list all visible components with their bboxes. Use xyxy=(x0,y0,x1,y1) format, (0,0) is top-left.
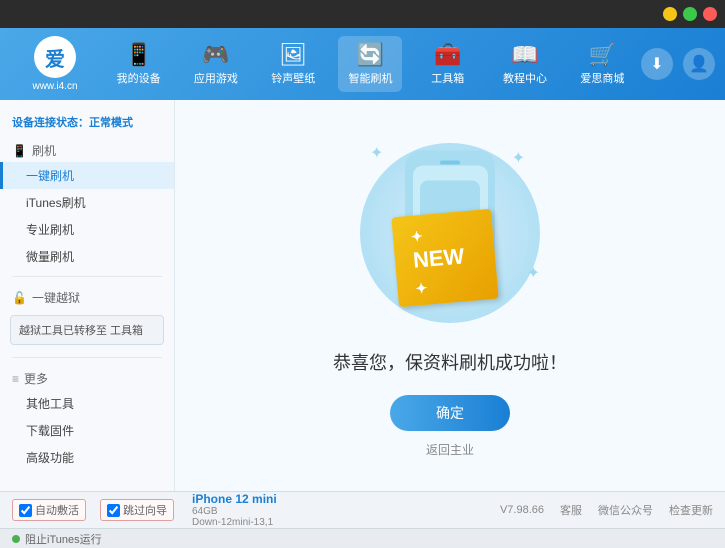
success-message: 恭喜您，保资料刷机成功啦！ xyxy=(333,349,567,375)
main-content: ✦ ✦ ✦ NEW 恭喜您，保资料刷机成功啦！ 确定 返回主业 xyxy=(175,100,725,491)
nav-label-my-device: 我的设备 xyxy=(117,70,161,86)
nav-item-smart-flash[interactable]: 🔄 智能刷机 xyxy=(338,36,402,92)
sidebar-divider-2 xyxy=(12,357,162,358)
bottombar-right: V7.98.66 客服 微信公众号 检查更新 xyxy=(500,502,713,518)
main-container: 设备连接状态：正常模式 📱 刷机 一键刷机 iTunes刷机 专业刷机 微量刷机… xyxy=(0,100,725,491)
logo-url: www.i4.cn xyxy=(32,81,77,92)
close-button[interactable]: × xyxy=(703,7,717,21)
nav-label-apps: 应用游戏 xyxy=(194,70,238,86)
status-value: 正常模式 xyxy=(89,117,133,129)
nav-item-wallpaper[interactable]: 🖼 铃声壁纸 xyxy=(261,36,325,92)
wechat-button[interactable]: 微信公众号 xyxy=(598,502,653,518)
nav-label-toolbox: 工具箱 xyxy=(431,70,464,86)
nav-label-store: 爱思商城 xyxy=(580,70,624,86)
nav-right: ⬇ 👤 xyxy=(641,48,715,80)
sidebar-item-pro-flash[interactable]: 专业刷机 xyxy=(0,216,174,243)
nav-item-tutorials[interactable]: 📖 教程中心 xyxy=(493,36,557,92)
sidebar-item-other-tools[interactable]: 其他工具 xyxy=(0,390,174,417)
flash-section-icon: 📱 xyxy=(12,144,27,158)
nav-icon-toolbox: 🧰 xyxy=(434,42,461,68)
jailbreak-section-icon: 🔓 xyxy=(12,291,27,305)
version-label: V7.98.66 xyxy=(500,504,544,516)
flash-section-label: 刷机 xyxy=(32,142,56,159)
sparkle-icon-1: ✦ xyxy=(370,143,383,163)
sparkle-icon-3: ✦ xyxy=(527,263,540,283)
support-button[interactable]: 客服 xyxy=(560,502,582,518)
account-button[interactable]: 👤 xyxy=(683,48,715,80)
nav-icon-tutorials: 📖 xyxy=(511,42,538,68)
sidebar-item-advanced[interactable]: 高级功能 xyxy=(0,444,174,471)
sidebar-item-itunes-flash[interactable]: iTunes刷机 xyxy=(0,189,174,216)
download-button[interactable]: ⬇ xyxy=(641,48,673,80)
new-badge: NEW xyxy=(391,209,498,307)
device-name: iPhone 12 mini xyxy=(192,492,277,506)
nav-item-my-device[interactable]: 📱 我的设备 xyxy=(107,36,171,92)
confirm-button[interactable]: 确定 xyxy=(390,395,510,431)
nav-icon-store: 🛒 xyxy=(589,42,616,68)
logo-text: 爱 xyxy=(45,43,65,72)
jailbreak-section-header: 🔓 一键越狱 xyxy=(0,283,174,309)
more-section-header: ≡ 更多 xyxy=(0,364,174,390)
nav-icon-apps: 🎮 xyxy=(202,42,229,68)
auto-activate-label: 自动敷活 xyxy=(35,502,79,518)
sidebar-divider-1 xyxy=(12,276,162,277)
sidebar: 设备连接状态：正常模式 📱 刷机 一键刷机 iTunes刷机 专业刷机 微量刷机… xyxy=(0,100,175,491)
nav-item-toolbox[interactable]: 🧰 工具箱 xyxy=(416,36,480,92)
itunes-status-text: 阻止iTunes运行 xyxy=(25,531,102,547)
jailbreak-section-label: 一键越狱 xyxy=(32,289,80,306)
minimize-button[interactable]: − xyxy=(663,7,677,21)
bottombar: 自动敷活 跳过向导 iPhone 12 mini 64GB Down-12min… xyxy=(0,491,725,547)
jailbreak-notice-text: 越狱工具已转移至 工具箱 xyxy=(19,325,143,337)
auto-activate-input[interactable] xyxy=(19,504,32,517)
auto-activate-checkbox[interactable]: 自动敷活 xyxy=(12,499,86,521)
nav-icon-my-device: 📱 xyxy=(125,42,152,68)
nav-icon-wallpaper: 🖼 xyxy=(279,42,307,68)
itunes-dot xyxy=(12,535,20,543)
more-section-label: 更多 xyxy=(24,370,48,387)
skip-wizard-input[interactable] xyxy=(107,504,120,517)
check-update-button[interactable]: 检查更新 xyxy=(669,502,713,518)
sparkle-icon-2: ✦ xyxy=(512,148,525,168)
topnav: 爱 www.i4.cn 📱 我的设备 🎮 应用游戏 🖼 铃声壁纸 🔄 智能刷机 … xyxy=(0,28,725,100)
phone-top-dot xyxy=(440,161,460,165)
nav-label-wallpaper: 铃声壁纸 xyxy=(271,70,315,86)
success-illustration: ✦ ✦ ✦ NEW xyxy=(350,133,550,333)
titlebar: − □ × xyxy=(0,0,725,28)
status-label: 设备连接状态： xyxy=(12,117,89,129)
flash-section-header: 📱 刷机 xyxy=(0,136,174,162)
maximize-button[interactable]: □ xyxy=(683,7,697,21)
nav-label-smart-flash: 智能刷机 xyxy=(348,70,392,86)
itunes-status-bar: 阻止iTunes运行 xyxy=(0,528,725,548)
nav-items: 📱 我的设备 🎮 应用游戏 🖼 铃声壁纸 🔄 智能刷机 🧰 工具箱 📖 教程中心… xyxy=(100,36,641,92)
skip-wizard-label: 跳过向导 xyxy=(123,502,167,518)
sidebar-item-download-firmware[interactable]: 下载固件 xyxy=(0,417,174,444)
sidebar-status: 设备连接状态：正常模式 xyxy=(0,108,174,136)
logo-area: 爱 www.i4.cn xyxy=(10,36,100,92)
skip-wizard-checkbox[interactable]: 跳过向导 xyxy=(100,499,174,521)
sidebar-item-micro-flash[interactable]: 微量刷机 xyxy=(0,243,174,270)
nav-item-apps[interactable]: 🎮 应用游戏 xyxy=(184,36,248,92)
sidebar-item-one-click-flash[interactable]: 一键刷机 xyxy=(0,162,174,189)
logo-icon[interactable]: 爱 xyxy=(34,36,76,78)
nav-label-tutorials: 教程中心 xyxy=(503,70,547,86)
jailbreak-notice-box: 越狱工具已转移至 工具箱 xyxy=(10,315,164,345)
nav-item-store[interactable]: 🛒 爱思商城 xyxy=(570,36,634,92)
return-link[interactable]: 返回主业 xyxy=(426,441,474,458)
nav-icon-smart-flash: 🔄 xyxy=(357,42,384,68)
